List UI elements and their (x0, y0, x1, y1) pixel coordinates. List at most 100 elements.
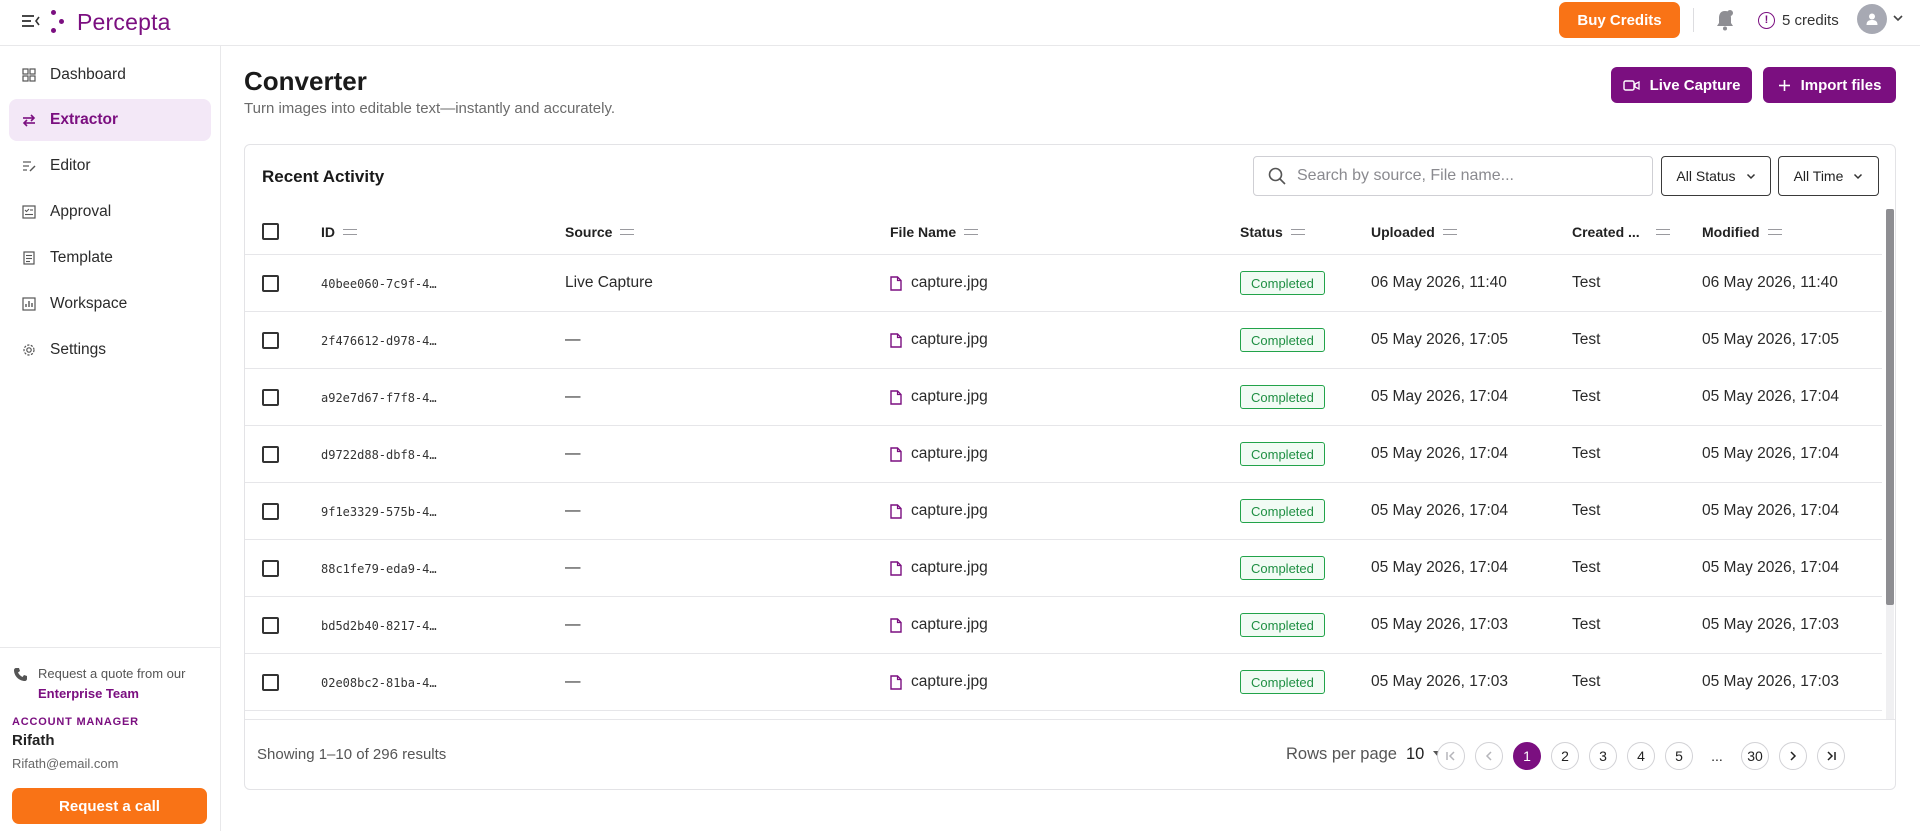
sidebar-item-label: Workspace (50, 295, 128, 312)
column-drag-handle[interactable] (1290, 229, 1305, 235)
column-drag-handle[interactable] (620, 229, 635, 235)
page-4-button[interactable]: 4 (1627, 742, 1655, 770)
row-file-name: capture.jpg (911, 559, 988, 576)
column-drag-handle[interactable] (1655, 229, 1670, 235)
row-checkbox[interactable] (262, 389, 279, 406)
column-drag-handle[interactable] (1767, 229, 1782, 235)
buy-credits-button[interactable]: Buy Credits (1559, 2, 1680, 38)
row-checkbox[interactable] (262, 275, 279, 292)
column-header-uploaded[interactable]: Uploaded (1371, 224, 1457, 240)
rows-per-page-select[interactable]: 10 (1406, 745, 1424, 764)
sidebar-item-settings[interactable]: Settings (9, 329, 211, 371)
row-file[interactable]: capture.jpg (890, 502, 988, 520)
row-source: — (565, 559, 581, 576)
chart-icon (22, 297, 36, 311)
live-capture-button[interactable]: Live Capture (1611, 67, 1752, 103)
page-30-button[interactable]: 30 (1741, 742, 1769, 770)
sidebar-item-template[interactable]: Template (9, 237, 211, 279)
topbar-divider (1693, 8, 1694, 32)
import-files-button[interactable]: Import files (1763, 67, 1896, 103)
column-drag-handle[interactable] (1442, 229, 1457, 235)
column-header-status[interactable]: Status (1240, 224, 1305, 240)
enterprise-team-link[interactable]: Enterprise Team (38, 684, 185, 704)
column-header-id[interactable]: ID (321, 224, 357, 240)
request-call-button[interactable]: Request a call (12, 788, 207, 824)
page-5-button[interactable]: 5 (1665, 742, 1693, 770)
file-icon (890, 617, 902, 633)
row-file[interactable]: capture.jpg (890, 388, 988, 406)
row-id: 2f476612-d978-4… (321, 334, 437, 348)
row-checkbox[interactable] (262, 503, 279, 520)
column-header-file-name[interactable]: File Name (890, 224, 979, 240)
column-drag-handle[interactable] (343, 229, 357, 235)
status-badge: Completed (1240, 499, 1325, 523)
last-page-button[interactable] (1817, 742, 1845, 770)
sidebar-item-dashboard[interactable]: Dashboard (9, 54, 211, 96)
row-file[interactable]: capture.jpg (890, 559, 988, 577)
row-uploaded: 05 May 2026, 17:04 (1371, 559, 1509, 576)
logo-dots-icon (51, 10, 67, 34)
sidebar-item-approval[interactable]: Approval (9, 191, 211, 233)
row-checkbox[interactable] (262, 674, 279, 691)
column-header-source[interactable]: Source (565, 224, 635, 240)
row-id: 9f1e3329-575b-4… (321, 505, 437, 519)
table-row[interactable]: 02e08bc2-81ba-4… — capture.jpg Completed… (245, 654, 1882, 711)
table-row[interactable]: a92e7d67-f7f8-4… — capture.jpg Completed… (245, 369, 1882, 426)
table-row[interactable]: 9f1e3329-575b-4… — capture.jpg Completed… (245, 483, 1882, 540)
menu-collapse-icon[interactable] (21, 12, 41, 30)
sidebar-item-editor[interactable]: Editor (9, 145, 211, 187)
row-checkbox[interactable] (262, 617, 279, 634)
table-scrollbar-thumb[interactable] (1886, 209, 1894, 605)
rows-per-page-label: Rows per page (1286, 745, 1397, 763)
previous-page-button[interactable] (1475, 742, 1503, 770)
table-row[interactable]: 88c1fe79-eda9-4… — capture.jpg Completed… (245, 540, 1882, 597)
row-checkbox[interactable] (262, 332, 279, 349)
page-2-button[interactable]: 2 (1551, 742, 1579, 770)
next-page-button[interactable] (1779, 742, 1807, 770)
select-all-checkbox[interactable] (262, 223, 279, 240)
row-source: — (565, 616, 581, 633)
page-1-button[interactable]: 1 (1513, 742, 1541, 770)
row-source: — (565, 673, 581, 690)
row-id: 02e08bc2-81ba-4… (321, 676, 437, 690)
time-filter-dropdown[interactable]: All Time (1778, 156, 1879, 196)
chevron-down-icon[interactable] (1892, 12, 1904, 24)
row-modified: 05 May 2026, 17:04 (1702, 388, 1840, 405)
page-ellipsis: ... (1703, 742, 1731, 770)
user-avatar[interactable] (1857, 4, 1887, 34)
status-badge: Completed (1240, 670, 1325, 694)
app-logo[interactable]: Percepta (51, 7, 171, 37)
row-source: — (565, 502, 581, 519)
row-created-by: Test (1572, 445, 1601, 462)
notification-bell-icon[interactable] (1714, 8, 1736, 32)
sidebar-item-workspace[interactable]: Workspace (9, 283, 211, 325)
row-file[interactable]: capture.jpg (890, 445, 988, 463)
table-row[interactable]: 40bee060-7c9f-4… Live Capture capture.jp… (245, 255, 1882, 312)
row-file[interactable]: capture.jpg (890, 673, 988, 691)
table-row[interactable]: bd5d2b40-8217-4… — capture.jpg Completed… (245, 597, 1882, 654)
row-checkbox[interactable] (262, 560, 279, 577)
column-header-created-by[interactable]: Created ... (1572, 224, 1670, 240)
status-filter-dropdown[interactable]: All Status (1661, 156, 1771, 196)
row-file-name: capture.jpg (911, 502, 988, 519)
user-icon (1866, 13, 1878, 25)
column-drag-handle[interactable] (964, 229, 979, 235)
column-header-modified[interactable]: Modified (1702, 224, 1782, 240)
chevron-down-icon (1746, 173, 1755, 180)
row-checkbox[interactable] (262, 446, 279, 463)
row-file[interactable]: capture.jpg (890, 616, 988, 634)
import-files-label: Import files (1800, 76, 1882, 94)
table-row[interactable]: d9722d88-dbf8-4… — capture.jpg Completed… (245, 426, 1882, 483)
results-summary: Showing 1–10 of 296 results (257, 746, 447, 763)
page-3-button[interactable]: 3 (1589, 742, 1617, 770)
account-manager-label: ACCOUNT MANAGER (12, 716, 139, 728)
row-file[interactable]: capture.jpg (890, 331, 988, 349)
live-capture-label: Live Capture (1649, 76, 1741, 94)
credits-indicator[interactable]: ! 5 credits (1758, 10, 1839, 30)
first-page-button[interactable] (1437, 742, 1465, 770)
search-input[interactable] (1297, 167, 1637, 185)
row-file[interactable]: capture.jpg (890, 274, 988, 292)
table-row[interactable]: 2f476612-d978-4… — capture.jpg Completed… (245, 312, 1882, 369)
page-subtitle: Turn images into editable text—instantly… (244, 100, 616, 117)
sidebar-item-extractor[interactable]: Extractor (9, 99, 211, 141)
